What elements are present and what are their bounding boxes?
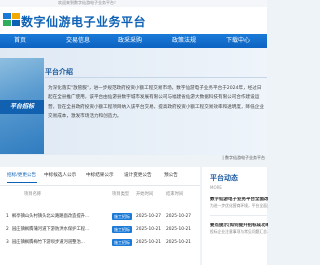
row-start: 2025-10-21 xyxy=(136,240,161,245)
header: 数字仙游电子业务平台 xyxy=(0,7,267,34)
nav-item-policy[interactable]: 政策法规 xyxy=(172,34,196,48)
ticker-text: | 数字仙游电子业务平台 xyxy=(222,155,265,160)
intro-body: 为深化落实"放管服"，进一步规范政府投资小额工程交易市场，数字仙游电子业务平台于… xyxy=(48,86,264,120)
logo-icon xyxy=(3,13,20,26)
tab-design-change[interactable]: 设计变更公告 xyxy=(124,171,152,181)
row-start: 2025-10-27 xyxy=(136,214,161,219)
row-start: 2025-10-21 xyxy=(136,227,161,232)
col-head-end: 结束时间 xyxy=(166,192,184,197)
side-more-link[interactable]: MORE xyxy=(210,185,222,190)
row-name[interactable]: 枫亭镇山头村镇头北公路路面改造提升... xyxy=(12,211,89,222)
intro-title: 平台介绍 xyxy=(45,68,73,76)
side-title: 平台动态 xyxy=(210,174,238,182)
tab-pre-notice[interactable]: 预公告 xyxy=(164,171,178,181)
row-name[interactable]: 园庄镇枫腾梅竹下游坝步道河道整治... xyxy=(12,237,85,248)
news-item[interactable]: 要点提示|如何提升招标成功率 投标企业注意事项与常见问题汇总... xyxy=(210,223,268,234)
nav-item-trade-info[interactable]: 交易信息 xyxy=(66,34,90,48)
announcement-panel: 招标/更更公告 中标候选人公示 中标结果公示 设计变更公告 预公告 项目名称 项… xyxy=(0,167,200,265)
news-summary: 投标企业注意事项与常见问题汇总... xyxy=(210,229,268,234)
tab-result-notice[interactable]: 中标结果公示 xyxy=(86,171,114,181)
row-end: 2025-10-21 xyxy=(166,227,191,232)
col-head-start: 开始时间 xyxy=(136,192,154,197)
row-end: 2025-10-27 xyxy=(166,214,191,219)
news-divider xyxy=(210,215,267,216)
ticker: | 数字仙游电子业务平台 xyxy=(0,155,267,165)
table-row[interactable]: 1 枫亭镇山头村镇头北公路路面改造提升... 施工招标 2025-10-27 2… xyxy=(0,211,200,222)
news-item[interactable]: 数字仙游电子业务平台全面改版升级 为进一步优化营商环境，平台全面升级... xyxy=(210,197,268,208)
row-type-badge: 施工招标 xyxy=(112,226,132,233)
row-type-badge: 施工招标 xyxy=(112,213,132,220)
tabs-divider xyxy=(0,185,200,186)
main-nav: 首页 交易信息 政采采购 政策法规 下载中心 xyxy=(0,34,267,48)
site-title[interactable]: 数字仙游电子业务平台 xyxy=(21,13,146,30)
nav-item-procurement[interactable]: 政采采购 xyxy=(118,34,142,48)
row-index: 3 xyxy=(6,240,9,245)
news-summary: 为进一步优化营商环境，平台全面升级... xyxy=(210,203,268,208)
row-type-badge: 施工招标 xyxy=(112,239,132,246)
row-index: 2 xyxy=(6,227,9,232)
platform-news-panel: 平台动态 MORE 数字仙游电子业务平台全面改版升级 为进一步优化营商环境，平台… xyxy=(202,167,268,265)
row-index: 1 xyxy=(6,214,9,219)
nav-item-home[interactable]: 首页 xyxy=(14,34,26,48)
col-head-type: 项目类型 xyxy=(112,192,130,197)
table-row[interactable]: 2 园庄镇枫腾蒲河道下游防洪水保护工程... 施工招标 2025-10-21 2… xyxy=(0,224,200,235)
intro-divider xyxy=(45,77,267,78)
tab-candidate-notice[interactable]: 中标候选人公示 xyxy=(44,171,76,181)
welcome-text: 欢迎来到数字仙游电子业务平台！ xyxy=(58,0,118,5)
top-bar: 欢迎来到数字仙游电子业务平台！ xyxy=(0,0,267,7)
tab-tender-notice[interactable]: 招标/更更公告 xyxy=(7,171,36,181)
active-tab-indicator xyxy=(7,182,37,183)
banner-image: 平台招标 xyxy=(0,58,44,154)
col-head-name: 项目名称 xyxy=(24,192,42,197)
row-end: 2025-10-21 xyxy=(166,240,191,245)
banner-tag: 平台招标 xyxy=(0,100,44,114)
row-name[interactable]: 园庄镇枫腾蒲河道下游防洪水保护工程... xyxy=(12,224,89,235)
table-row[interactable]: 3 园庄镇枫腾梅竹下游坝步道河道整治... 施工招标 2025-10-21 20… xyxy=(0,237,200,248)
nav-item-download[interactable]: 下载中心 xyxy=(226,34,250,48)
